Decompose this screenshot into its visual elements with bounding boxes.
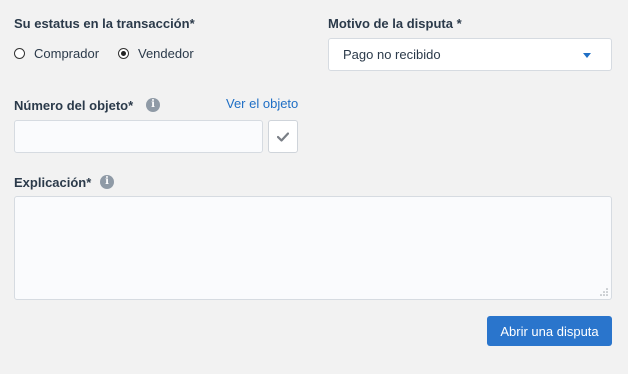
verify-item-button[interactable]	[268, 120, 298, 153]
radio-vendedor[interactable]: Vendedor	[118, 46, 194, 61]
reason-selected-value: Pago no recibido	[343, 47, 441, 62]
radio-comprador[interactable]: Comprador	[14, 46, 99, 61]
radio-vendedor-label: Vendedor	[138, 46, 194, 61]
radio-vendedor-input[interactable]	[118, 48, 129, 59]
info-icon[interactable]: i	[100, 175, 114, 189]
chevron-down-icon	[583, 53, 591, 58]
explanation-textarea[interactable]	[14, 196, 612, 300]
view-item-link[interactable]: Ver el objeto	[226, 96, 298, 111]
status-label: Su estatus en la transacción*	[14, 16, 195, 31]
open-dispute-button[interactable]: Abrir una disputa	[487, 316, 612, 346]
radio-comprador-label: Comprador	[34, 46, 100, 61]
reason-label: Motivo de la disputa *	[328, 16, 462, 31]
item-number-label: Número del objeto*	[14, 98, 134, 113]
checkmark-icon	[277, 131, 289, 142]
explanation-label: Explicación*	[14, 175, 92, 190]
radio-comprador-input[interactable]	[14, 48, 25, 59]
resize-handle-icon[interactable]	[600, 288, 608, 296]
item-number-input[interactable]	[14, 120, 263, 153]
reason-select[interactable]: Pago no recibido	[328, 38, 612, 71]
info-icon[interactable]: i	[146, 98, 160, 112]
